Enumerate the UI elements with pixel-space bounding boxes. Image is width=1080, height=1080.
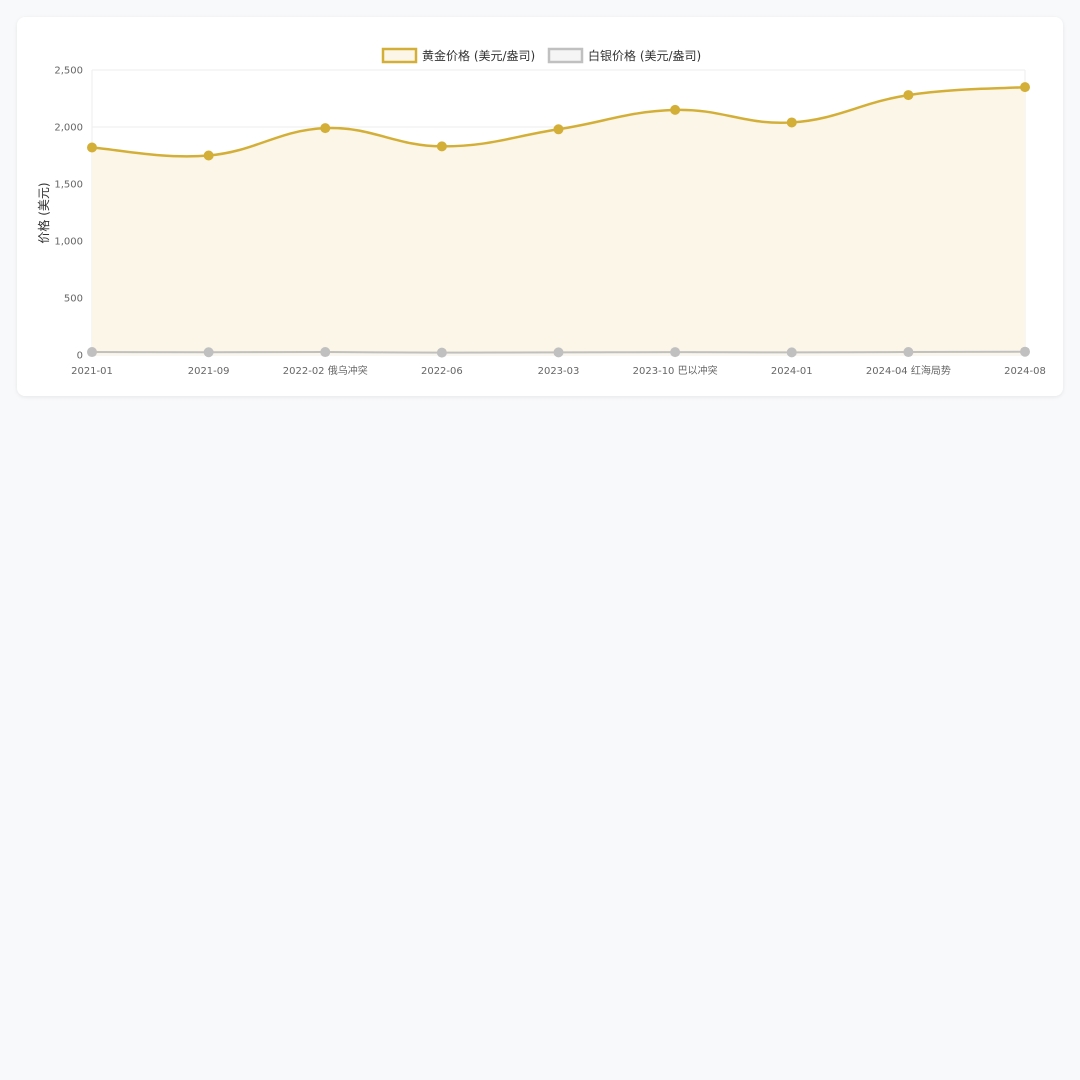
x-tick-label-0: 2021-01 [71,366,113,377]
point-gold-5[interactable] [670,104,681,115]
legend-label-gold: 黄金价格 (美元/盎司) [422,48,535,63]
legend-item-silver[interactable]: 白银价格 (美元/盎司) [547,47,701,64]
y-tick-label-5: 2,500 [54,66,83,77]
point-gold-8[interactable] [1020,82,1030,93]
x-tick-label-1: 2021-09 [188,366,230,377]
point-silver-5[interactable] [670,347,681,358]
legend-swatch-gold [381,47,418,64]
point-silver-2[interactable] [320,347,331,358]
gold-silver-price-chart: 0 500 1,000 1,500 2,000 2,500 2021-01 2021-09 20… [36,47,1046,377]
point-gold-1[interactable] [203,150,214,161]
point-silver-3[interactable] [436,347,447,358]
x-tick-label-2: 2022-02 俄乌冲突 [283,364,368,377]
x-tick-label-3: 2022-06 [421,366,463,377]
point-gold-7[interactable] [903,90,914,101]
legend-swatch-silver [547,47,584,64]
point-silver-6[interactable] [786,347,797,358]
y-axis-title: 价格 (美元) [36,182,51,243]
point-silver-7[interactable] [903,347,914,358]
point-silver-4[interactable] [553,347,564,358]
x-tick-label-8: 2024-08 [1004,366,1046,377]
point-silver-0[interactable] [87,347,97,358]
point-gold-0[interactable] [87,142,97,153]
point-gold-4[interactable] [553,124,564,135]
x-tick-label-4: 2023-03 [538,366,580,377]
point-gold-2[interactable] [320,123,331,134]
x-tick-label-5: 2023-10 巴以冲突 [633,364,718,377]
x-tick-label-6: 2024-01 [771,366,813,377]
x-tick-label-7: 2024-04 红海局势 [866,364,951,377]
point-gold-3[interactable] [436,141,447,152]
legend-item-gold[interactable]: 黄金价格 (美元/盎司) [381,47,535,64]
series-layer [87,82,1030,358]
y-tick-label-3: 1,500 [54,180,83,191]
y-tick-label-2: 1,000 [54,237,83,248]
point-gold-6[interactable] [786,117,797,128]
y-tick-label-0: 0 [77,351,83,362]
point-silver-1[interactable] [203,347,214,358]
y-tick-label-1: 500 [64,294,83,305]
point-silver-8[interactable] [1020,346,1030,357]
legend-label-silver: 白银价格 (美元/盎司) [588,48,701,63]
y-tick-label-4: 2,000 [54,123,83,134]
legend[interactable]: 黄金价格 (美元/盎司) 白银价格 (美元/盎司) [381,47,701,64]
